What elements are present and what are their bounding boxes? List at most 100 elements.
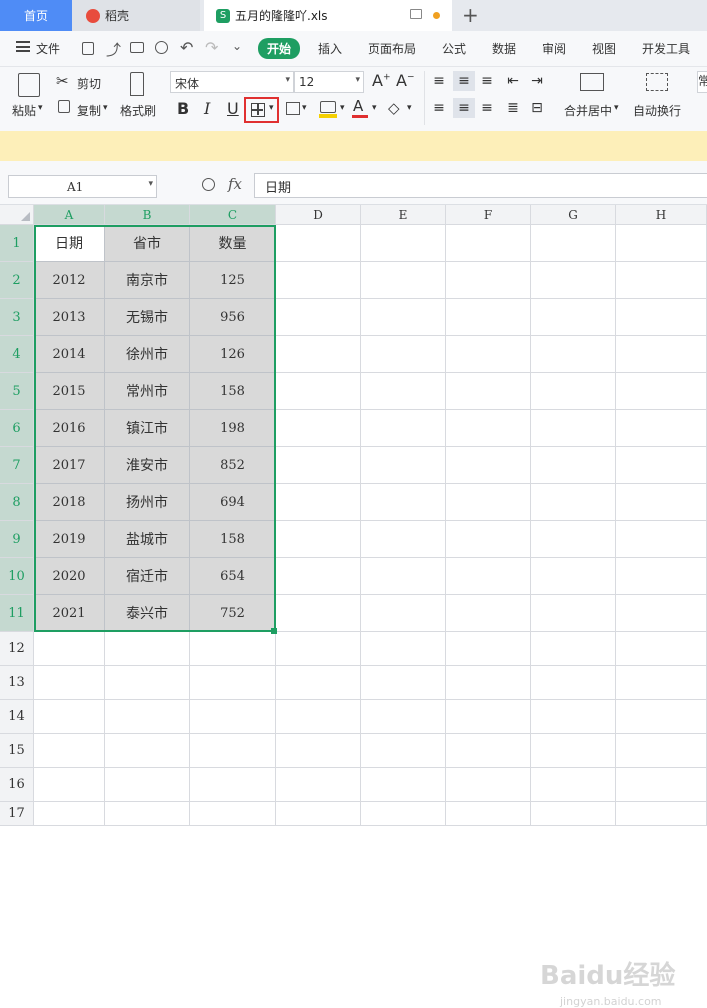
cell-b7[interactable]: 淮安市	[105, 447, 190, 484]
row-header-9[interactable]: 9	[0, 521, 34, 558]
cell-g16[interactable]	[531, 768, 616, 802]
tab-docer[interactable]: 稻壳	[72, 0, 200, 31]
undo-icon[interactable]: ↶	[180, 38, 193, 57]
tab-home[interactable]: 首页	[0, 0, 72, 31]
cell-b1[interactable]: 省市	[105, 225, 190, 262]
cell-b11[interactable]: 泰兴市	[105, 595, 190, 632]
fill-color-icon[interactable]	[320, 101, 336, 113]
cut-button[interactable]: 剪切	[77, 75, 101, 92]
print-icon[interactable]	[130, 42, 144, 53]
menu-page-layout[interactable]: 页面布局	[368, 40, 416, 57]
cell-d2[interactable]	[276, 262, 361, 299]
cell-b14[interactable]	[105, 700, 190, 734]
cell-f13[interactable]	[446, 666, 531, 700]
cell-f1[interactable]	[446, 225, 531, 262]
cell-d13[interactable]	[276, 666, 361, 700]
cell-b15[interactable]	[105, 734, 190, 768]
cell-f3[interactable]	[446, 299, 531, 336]
underline-button[interactable]: U	[227, 99, 239, 118]
cell-b6[interactable]: 镇江市	[105, 410, 190, 447]
cell-g4[interactable]	[531, 336, 616, 373]
fx-icon[interactable]: fx	[228, 175, 242, 193]
save-icon[interactable]	[82, 42, 94, 55]
menu-developer[interactable]: 开发工具	[642, 40, 690, 57]
cell-f12[interactable]	[446, 632, 531, 666]
cell-c3[interactable]: 956	[190, 299, 276, 336]
row-header-15[interactable]: 15	[0, 734, 34, 768]
row-header-10[interactable]: 10	[0, 558, 34, 595]
cell-d7[interactable]	[276, 447, 361, 484]
copy-dropdown-icon[interactable]: ▾	[103, 103, 108, 113]
cell-h16[interactable]	[616, 768, 707, 802]
cell-c10[interactable]: 654	[190, 558, 276, 595]
cell-b17[interactable]	[105, 802, 190, 826]
cell-g12[interactable]	[531, 632, 616, 666]
row-header-11[interactable]: 11	[0, 595, 34, 632]
cell-d5[interactable]	[276, 373, 361, 410]
cell-a13[interactable]	[34, 666, 105, 700]
cell-a12[interactable]	[34, 632, 105, 666]
align-center-icon[interactable]: ≡	[453, 98, 475, 118]
cell-c2[interactable]: 125	[190, 262, 276, 299]
cell-d4[interactable]	[276, 336, 361, 373]
cell-d16[interactable]	[276, 768, 361, 802]
cell-a8[interactable]: 2018	[34, 484, 105, 521]
cell-d1[interactable]	[276, 225, 361, 262]
cell-a7[interactable]: 2017	[34, 447, 105, 484]
font-name-select[interactable]: 宋体 ▾	[170, 71, 294, 93]
cell-e14[interactable]	[361, 700, 446, 734]
increase-indent-icon[interactable]: ⇥	[528, 73, 546, 89]
cell-h2[interactable]	[616, 262, 707, 299]
cell-h7[interactable]	[616, 447, 707, 484]
justify-icon[interactable]: ≣	[504, 100, 522, 116]
cell-a14[interactable]	[34, 700, 105, 734]
fill-color-dropdown-icon[interactable]: ▾	[340, 103, 345, 113]
cell-b3[interactable]: 无锡市	[105, 299, 190, 336]
cell-h11[interactable]	[616, 595, 707, 632]
name-box[interactable]: A1 ▾	[8, 175, 157, 198]
cell-c5[interactable]: 158	[190, 373, 276, 410]
cell-d10[interactable]	[276, 558, 361, 595]
cell-c16[interactable]	[190, 768, 276, 802]
cell-e16[interactable]	[361, 768, 446, 802]
column-header-g[interactable]: G	[531, 205, 616, 225]
eraser-icon[interactable]: ◇	[388, 99, 400, 117]
font-color-icon[interactable]: A	[353, 97, 363, 115]
row-header-16[interactable]: 16	[0, 768, 34, 802]
cell-f7[interactable]	[446, 447, 531, 484]
cell-f11[interactable]	[446, 595, 531, 632]
cell-g11[interactable]	[531, 595, 616, 632]
cell-c15[interactable]	[190, 734, 276, 768]
row-header-13[interactable]: 13	[0, 666, 34, 700]
paste-icon[interactable]	[18, 73, 40, 97]
cell-e3[interactable]	[361, 299, 446, 336]
cell-c9[interactable]: 158	[190, 521, 276, 558]
cell-a10[interactable]: 2020	[34, 558, 105, 595]
cell-e11[interactable]	[361, 595, 446, 632]
cell-a3[interactable]: 2013	[34, 299, 105, 336]
cell-d11[interactable]	[276, 595, 361, 632]
row-header-14[interactable]: 14	[0, 700, 34, 734]
cell-g15[interactable]	[531, 734, 616, 768]
cell-a11[interactable]: 2021	[34, 595, 105, 632]
cell-e9[interactable]	[361, 521, 446, 558]
select-all-corner[interactable]	[0, 205, 34, 225]
align-left-icon[interactable]: ≡	[430, 100, 448, 116]
row-header-17[interactable]: 17	[0, 802, 34, 826]
cell-a15[interactable]	[34, 734, 105, 768]
cell-e6[interactable]	[361, 410, 446, 447]
menu-view[interactable]: 视图	[592, 40, 616, 57]
bold-button[interactable]: B	[177, 99, 189, 118]
number-format-select[interactable]: 常	[697, 71, 707, 93]
cell-a16[interactable]	[34, 768, 105, 802]
cell-f6[interactable]	[446, 410, 531, 447]
cell-c17[interactable]	[190, 802, 276, 826]
cell-g5[interactable]	[531, 373, 616, 410]
print-preview-icon[interactable]	[155, 41, 168, 54]
merge-dropdown-icon[interactable]: ▾	[614, 103, 619, 113]
cell-a9[interactable]: 2019	[34, 521, 105, 558]
cell-c1[interactable]: 数量	[190, 225, 276, 262]
menu-start[interactable]: 开始	[258, 38, 301, 59]
cell-g17[interactable]	[531, 802, 616, 826]
cell-g2[interactable]	[531, 262, 616, 299]
